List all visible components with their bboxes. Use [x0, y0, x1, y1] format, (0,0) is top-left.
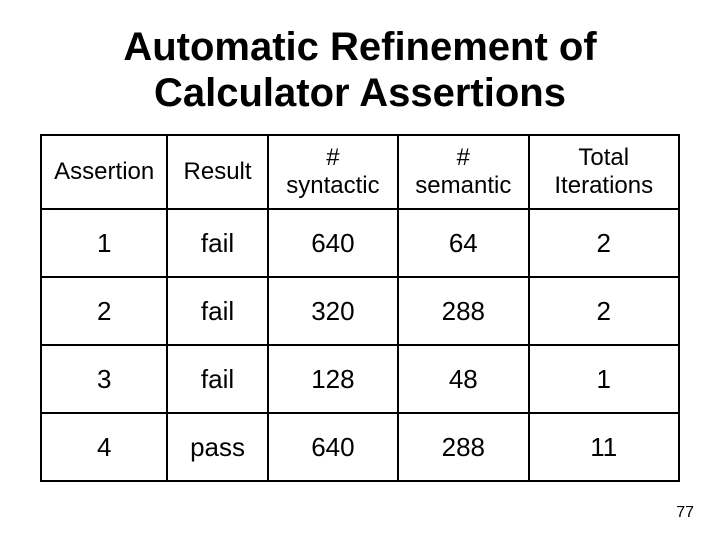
col-header-syntactic: # syntactic [268, 135, 398, 209]
col-header-semantic-l2: semantic [415, 172, 511, 199]
cell-assertion: 2 [41, 277, 167, 345]
cell-result: pass [167, 413, 267, 481]
data-table: Assertion Result # syntactic # semantic … [40, 134, 680, 482]
cell-syntactic: 320 [268, 277, 398, 345]
col-header-iterations-l1: Total [578, 144, 629, 171]
col-header-result: Result [167, 135, 267, 209]
page-number: 77 [676, 504, 694, 522]
col-header-semantic-l1: # [457, 144, 470, 171]
table-row: 4 pass 640 288 11 [41, 413, 679, 481]
cell-iterations: 2 [529, 277, 679, 345]
col-header-syntactic-l2: syntactic [286, 172, 379, 199]
col-header-syntactic-l1: # [326, 144, 339, 171]
cell-syntactic: 128 [268, 345, 398, 413]
cell-iterations: 1 [529, 345, 679, 413]
table-row: 3 fail 128 48 1 [41, 345, 679, 413]
cell-semantic: 288 [398, 277, 528, 345]
cell-assertion: 1 [41, 209, 167, 277]
cell-semantic: 48 [398, 345, 528, 413]
cell-iterations: 2 [529, 209, 679, 277]
cell-result: fail [167, 209, 267, 277]
cell-result: fail [167, 345, 267, 413]
cell-semantic: 64 [398, 209, 528, 277]
cell-result: fail [167, 277, 267, 345]
slide-title: Automatic Refinement of Calculator Asser… [40, 24, 680, 116]
cell-syntactic: 640 [268, 413, 398, 481]
col-header-iterations: Total Iterations [529, 135, 679, 209]
table-row: 1 fail 640 64 2 [41, 209, 679, 277]
cell-iterations: 11 [529, 413, 679, 481]
cell-assertion: 4 [41, 413, 167, 481]
col-header-iterations-l2: Iterations [554, 172, 653, 199]
table-row: 2 fail 320 288 2 [41, 277, 679, 345]
cell-assertion: 3 [41, 345, 167, 413]
slide: Automatic Refinement of Calculator Asser… [0, 0, 720, 540]
col-header-assertion: Assertion [41, 135, 167, 209]
col-header-semantic: # semantic [398, 135, 528, 209]
cell-syntactic: 640 [268, 209, 398, 277]
cell-semantic: 288 [398, 413, 528, 481]
table-header-row: Assertion Result # syntactic # semantic … [41, 135, 679, 209]
